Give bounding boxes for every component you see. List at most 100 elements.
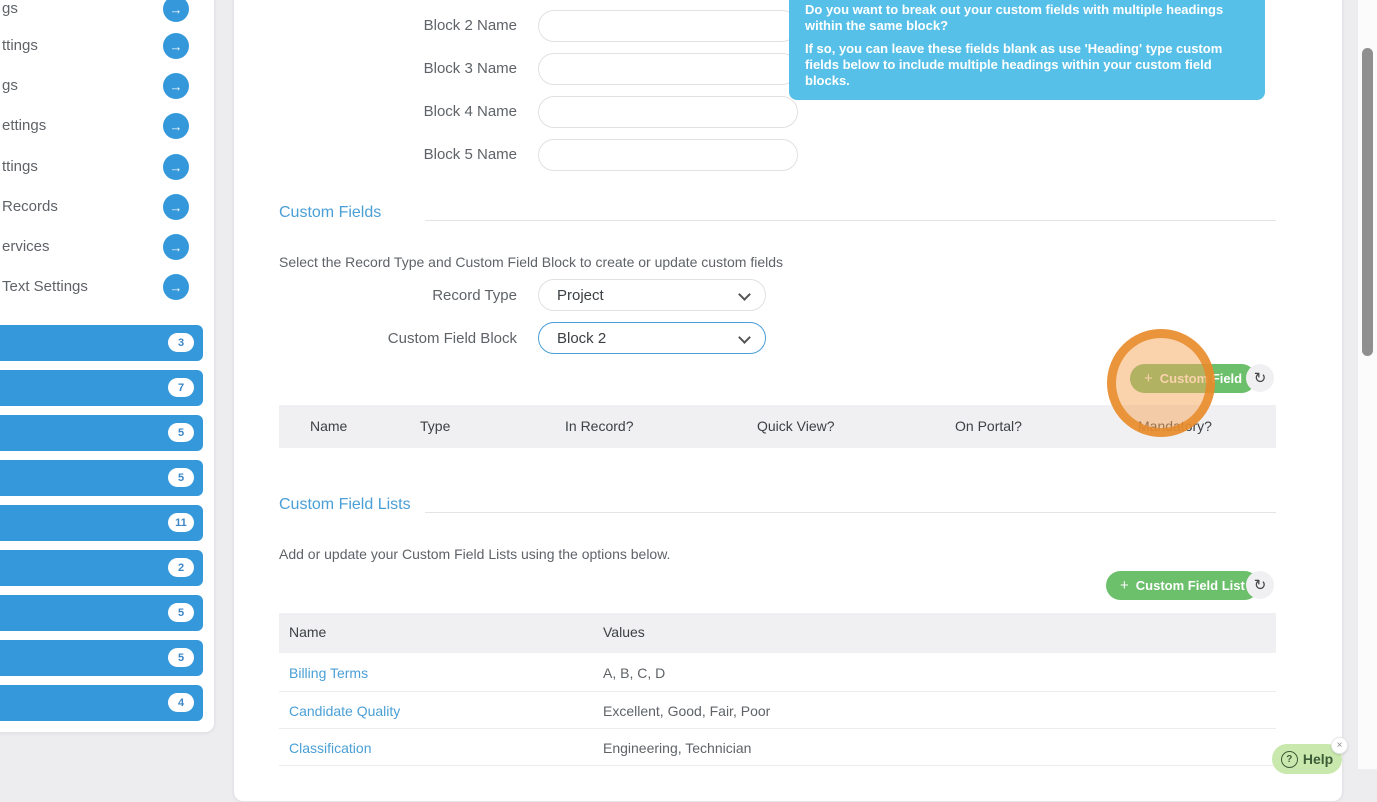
- sidebar-item[interactable]: gs →: [0, 73, 203, 99]
- arrow-right-icon[interactable]: →: [163, 194, 189, 220]
- arrow-right-icon[interactable]: →: [163, 113, 189, 139]
- question-mark-icon: ?: [1280, 750, 1298, 768]
- plus-icon: +: [1144, 370, 1153, 387]
- section-divider: [425, 220, 1276, 221]
- count-badge: 3: [168, 333, 194, 352]
- list-values: Excellent, Good, Fair, Poor: [603, 703, 771, 719]
- sidebar-item[interactable]: Text Settings →: [0, 274, 203, 300]
- custom-field-block-label: Custom Field Block: [387, 330, 517, 347]
- arrow-right-icon[interactable]: →: [163, 33, 189, 59]
- sidebar-item-label: gs: [2, 77, 18, 94]
- sidebar-category-bar[interactable]: 4: [0, 685, 203, 721]
- sidebar-item[interactable]: ttings →: [0, 154, 203, 180]
- arrow-right-icon[interactable]: →: [163, 0, 189, 22]
- arrow-right-icon[interactable]: →: [163, 274, 189, 300]
- column-header: Quick View?: [757, 418, 835, 434]
- chevron-down-icon: [738, 331, 751, 344]
- section-divider: [425, 512, 1276, 513]
- arrow-glyph: →: [169, 279, 183, 295]
- custom-field-lists-title: Custom Field Lists: [279, 496, 411, 513]
- arrow-glyph: →: [169, 239, 183, 255]
- sidebar-category-bar[interactable]: 5: [0, 415, 203, 451]
- arrow-glyph: →: [169, 199, 183, 215]
- help-close-button[interactable]: ×: [1331, 737, 1348, 754]
- sidebar-item-label: ttings: [2, 158, 38, 175]
- count-badge: 5: [168, 423, 194, 442]
- list-values: A, B, C, D: [603, 665, 666, 681]
- add-custom-field-list-button[interactable]: + Custom Field List: [1106, 571, 1259, 600]
- block-2-name-label: Block 2 Name: [423, 17, 517, 34]
- arrow-glyph: →: [169, 118, 183, 134]
- sidebar-category-bar[interactable]: 5: [0, 640, 203, 676]
- arrow-right-icon[interactable]: →: [163, 234, 189, 260]
- block-3-name-label: Block 3 Name: [423, 60, 517, 77]
- arrow-glyph: →: [169, 78, 183, 94]
- sidebar-category-bar[interactable]: 5: [0, 595, 203, 631]
- sidebar-category-bar[interactable]: 7: [0, 370, 203, 406]
- sidebar-item-label: ttings: [2, 37, 38, 54]
- list-name-link[interactable]: Billing Terms: [289, 665, 368, 681]
- sidebar-category-bar[interactable]: 11: [0, 505, 203, 541]
- sidebar-item[interactable]: ervices →: [0, 234, 203, 260]
- record-type-value: Project: [557, 287, 604, 304]
- table-row: Candidate Quality Excellent, Good, Fair,…: [279, 692, 1276, 729]
- page-scrollbar-thumb[interactable]: [1362, 48, 1373, 356]
- count-badge: 4: [168, 693, 194, 712]
- refresh-custom-field-lists-button[interactable]: ↻: [1246, 571, 1274, 599]
- list-name-link[interactable]: Candidate Quality: [289, 703, 400, 719]
- arrow-right-icon[interactable]: →: [163, 154, 189, 180]
- column-header: Type: [420, 418, 451, 434]
- sidebar-item-label: ervices: [2, 238, 50, 255]
- help-label: Help: [1302, 751, 1334, 767]
- add-custom-field-list-label: Custom Field List: [1135, 578, 1245, 593]
- add-custom-field-button[interactable]: + Custom Field: [1130, 364, 1257, 393]
- sidebar-category-bar[interactable]: 3: [0, 325, 203, 361]
- column-header: Name: [289, 624, 327, 640]
- block-3-name-input[interactable]: [538, 53, 798, 85]
- chevron-down-icon: [738, 288, 751, 301]
- block-4-name-label: Block 4 Name: [423, 103, 517, 120]
- record-type-label: Record Type: [432, 287, 517, 304]
- refresh-custom-fields-button[interactable]: ↻: [1246, 364, 1274, 392]
- sidebar-item-label: gs: [2, 0, 18, 17]
- close-icon: ×: [1336, 740, 1343, 751]
- info-box-text-1: Do you want to break out your custom fie…: [805, 2, 1224, 33]
- block-5-name-input[interactable]: [538, 139, 798, 171]
- table-row: Classification Engineering, Technician: [279, 729, 1276, 766]
- sidebar-item[interactable]: ettings →: [0, 113, 203, 139]
- sidebar-category-bar[interactable]: 5: [0, 460, 203, 496]
- block-2-name-input[interactable]: [538, 10, 798, 42]
- arrow-glyph: →: [169, 159, 183, 175]
- column-header: Name: [310, 418, 348, 434]
- count-badge: 2: [168, 558, 194, 577]
- sidebar-item[interactable]: gs →: [0, 0, 203, 22]
- list-values: Engineering, Technician: [603, 740, 752, 756]
- count-badge: 11: [168, 513, 194, 532]
- custom-field-block-select[interactable]: Block 2: [538, 322, 766, 354]
- table-row: Billing Terms A, B, C, D: [279, 653, 1276, 692]
- page-scrollbar-track: [1358, 0, 1377, 769]
- custom-fields-description: Select the Record Type and Custom Field …: [279, 254, 783, 270]
- record-type-select[interactable]: Project: [538, 279, 766, 311]
- plus-icon: +: [1120, 577, 1129, 594]
- sidebar-item-label: ettings: [2, 117, 47, 134]
- add-custom-field-label: Custom Field: [1159, 371, 1243, 386]
- custom-fields-table-header: Name Type In Record? Quick View? On Port…: [279, 405, 1276, 448]
- info-box-text-2: If so, you can leave these fields blank …: [805, 41, 1223, 88]
- arrow-glyph: →: [169, 38, 183, 54]
- info-box: Do you want to break out your custom fie…: [789, 0, 1265, 100]
- sidebar-item[interactable]: Records →: [0, 194, 203, 220]
- custom-field-lists-table-header: Name Values: [279, 613, 1276, 653]
- count-badge: 5: [168, 648, 194, 667]
- column-header: Mandatory?: [1138, 418, 1212, 434]
- count-badge: 5: [168, 468, 194, 487]
- count-badge: 5: [168, 603, 194, 622]
- sidebar-item-label: Records: [2, 198, 58, 215]
- column-header: Values: [603, 624, 645, 640]
- sidebar-item[interactable]: ttings →: [0, 33, 203, 59]
- arrow-right-icon[interactable]: →: [163, 73, 189, 99]
- sidebar-category-bar[interactable]: 2: [0, 550, 203, 586]
- list-name-link[interactable]: Classification: [289, 740, 371, 756]
- question-glyph: ?: [1286, 753, 1293, 765]
- block-4-name-input[interactable]: [538, 96, 798, 128]
